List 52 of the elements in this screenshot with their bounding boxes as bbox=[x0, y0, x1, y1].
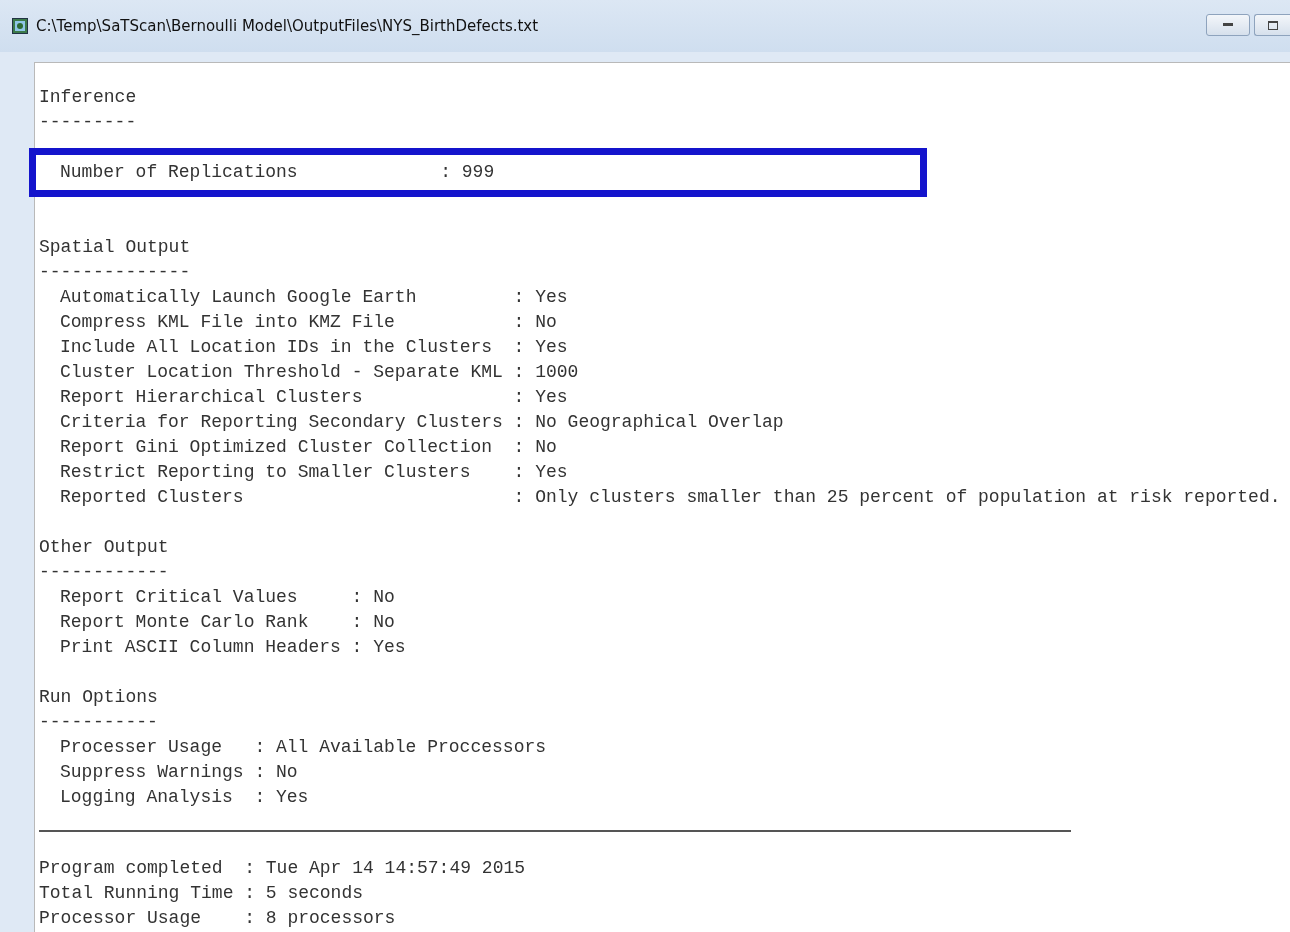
maximize-button[interactable] bbox=[1254, 14, 1290, 36]
minimize-button[interactable] bbox=[1206, 14, 1250, 36]
summary-value: : 5 seconds bbox=[244, 882, 363, 905]
setting-name: Include All Location IDs in the Clusters bbox=[60, 336, 494, 359]
summary-label: Total Running Time bbox=[39, 882, 235, 905]
setting-name: Suppress Warnings bbox=[60, 761, 245, 784]
app-icon bbox=[12, 18, 28, 34]
setting-value: : Yes bbox=[351, 636, 406, 659]
section-underline: -------------- bbox=[39, 261, 191, 284]
setting-name: Reported Clusters bbox=[60, 486, 245, 509]
setting-name: Restrict Reporting to Smaller Clusters bbox=[60, 461, 472, 484]
setting-name: Number of Replications bbox=[60, 161, 299, 184]
section-heading: Other Output bbox=[39, 536, 169, 559]
section-underline: --------- bbox=[39, 111, 137, 134]
summary-label: Program completed bbox=[39, 857, 224, 880]
setting-value: : No bbox=[351, 611, 395, 634]
section-heading: Run Options bbox=[39, 686, 158, 709]
setting-name: Cluster Location Threshold - Separate KML bbox=[60, 361, 504, 384]
setting-name: Criteria for Reporting Secondary Clusters bbox=[60, 411, 504, 434]
setting-name: Report Hierarchical Clusters bbox=[60, 386, 364, 409]
setting-value: : Yes bbox=[513, 461, 568, 484]
setting-value: : Yes bbox=[513, 336, 568, 359]
summary-label: Processor Usage bbox=[39, 907, 203, 930]
window-title: C:\Temp\SaTScan\Bernoulli Model\OutputFiles\NYS_BirthDefects.txt bbox=[36, 17, 540, 35]
setting-value: : No bbox=[513, 311, 557, 334]
setting-value: : No Geographical Overlap bbox=[513, 411, 784, 434]
setting-name: Report Critical Values bbox=[60, 586, 299, 609]
setting-value: : Only clusters smaller than 25 percent of population at risk reported. bbox=[513, 486, 1281, 509]
setting-value: : Yes bbox=[513, 286, 568, 309]
setting-name: Compress KML File into KMZ File bbox=[60, 311, 396, 334]
maximize-icon bbox=[1267, 20, 1278, 30]
minimize-icon bbox=[1223, 23, 1233, 27]
section-underline: ----------- bbox=[39, 711, 158, 734]
setting-name: Logging Analysis bbox=[60, 786, 234, 809]
setting-value: : All Available Proccessors bbox=[254, 736, 547, 759]
setting-value: : 1000 bbox=[513, 361, 579, 384]
setting-value: : No bbox=[351, 586, 395, 609]
section-heading: Inference bbox=[39, 86, 137, 109]
setting-value: : Yes bbox=[254, 786, 309, 809]
setting-name: Report Monte Carlo Rank bbox=[60, 611, 310, 634]
section-underline: ------------ bbox=[39, 561, 169, 584]
setting-value: : Yes bbox=[513, 386, 568, 409]
setting-value: : No bbox=[513, 436, 557, 459]
setting-name: Processer Usage bbox=[60, 736, 224, 759]
setting-name: Report Gini Optimized Cluster Collection bbox=[60, 436, 494, 459]
summary-value: : 8 processors bbox=[244, 907, 396, 930]
setting-name: Print ASCII Column Headers bbox=[60, 636, 342, 659]
summary-value: : Tue Apr 14 14:57:49 2015 bbox=[244, 857, 526, 880]
section-heading: Spatial Output bbox=[39, 236, 191, 259]
setting-value: : 999 bbox=[440, 161, 495, 184]
setting-value: : No bbox=[254, 761, 298, 784]
setting-name: Automatically Launch Google Earth bbox=[60, 286, 418, 309]
